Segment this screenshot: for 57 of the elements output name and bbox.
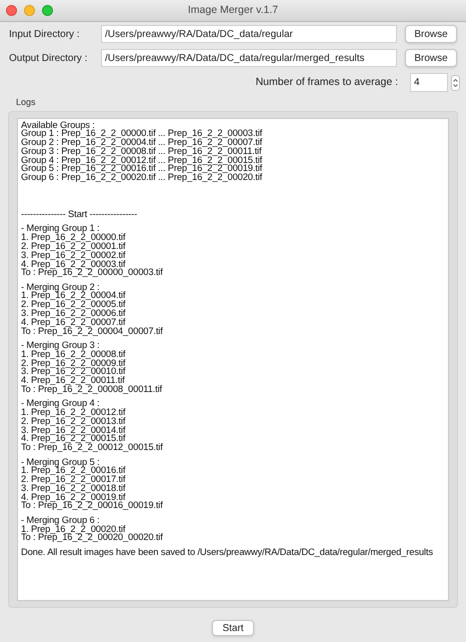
log-line: Group 4 : Prep_16_2_2_00012.tif ... Prep_16_2_2_00015.tif: [21, 156, 264, 164]
log-line: --------------- Start ----------------: [21, 210, 138, 219]
log-line: 4. Prep_16_2_2_00007.tif: [21, 318, 126, 327]
log-line: 3. Prep_16_2_2_00002.tif: [21, 250, 126, 260]
log-line: - Merging Group 6 :: [21, 516, 100, 525]
window-title: Image Merger v.1.7: [188, 2, 278, 18]
log-line: 2. Prep_16_2_2_00005.tif: [21, 300, 126, 310]
log-line: Available Groups :: [21, 120, 95, 130]
log-line: 1. Prep_16_2_2_00012.tif: [21, 408, 126, 417]
log-line: To : Prep_16_2_2_00008_00011.tif: [21, 384, 164, 394]
logs-title: Logs: [16, 96, 37, 109]
log-line: Group 2 : Prep_16_2_2_00004.tif ... Prep_16_2_2_00007.tif: [21, 138, 264, 147]
log-line: 3. Prep_16_2_2_00010.tif: [21, 367, 126, 376]
log-line: 2. Prep_16_2_2_00013.tif: [21, 416, 126, 426]
log-line: 4. Prep_16_2_2_00011.tif: [21, 376, 125, 385]
log-line: 1. Prep_16_2_2_00004.tif: [21, 291, 126, 300]
log-line: 4. Prep_16_2_2_00003.tif: [21, 260, 126, 268]
directory-field[interactable]: /Users/preawwy/RA/Data/DC_data/regular/merged_results: [101, 49, 397, 67]
stepper-icon[interactable]: [451, 74, 460, 90]
log-line: Group 5 : Prep_16_2_2_00016.tif ... Prep_16_2_2_00019.tif: [21, 164, 264, 174]
minimize-icon[interactable]: [24, 5, 35, 16]
log-line: 4. Prep_16_2_2_00019.tif: [21, 492, 126, 502]
log-line: - Merging Group 1 :: [21, 224, 100, 234]
log-line: - Merging Group 3 :: [21, 340, 100, 350]
log-line: 3. Prep_16_2_2_00018.tif: [21, 484, 126, 493]
browse-button[interactable]: Browse: [405, 49, 457, 67]
log-line: 1. Prep_16_2_2_00000.tif: [21, 233, 126, 242]
log-line: Done. All result images have been saved to /Users/preawwy/RA/Data/DC_data/regular/merged_results: [21, 548, 434, 556]
log-line: 4. Prep_16_2_2_00015.tif: [21, 434, 126, 444]
close-icon[interactable]: [6, 5, 17, 16]
directory-field[interactable]: /Users/preawwy/RA/Data/DC_data/regular: [101, 25, 397, 43]
log-line: Group 3 : Prep_16_2_2_00008.tif ... Prep_16_2_2_00011.tif: [21, 146, 262, 156]
log-line: 2. Prep_16_2_2_00009.tif: [21, 358, 126, 368]
log-line: 1. Prep_16_2_2_00008.tif: [21, 350, 126, 359]
log-line: 3. Prep_16_2_2_00014.tif: [21, 426, 126, 434]
log-line: To : Prep_16_2_2_00012_00015.tif: [21, 443, 164, 452]
log-line: To : Prep_16_2_2_00020_00020.tif: [21, 533, 164, 542]
log-line: To : Prep_16_2_2_00004_00007.tif: [21, 326, 164, 336]
maximize-icon[interactable]: [42, 5, 53, 16]
frames-label: Number of frames to average :: [256, 74, 398, 90]
log-line: To : Prep_16_2_2_00016_00019.tif: [21, 501, 164, 510]
log-line: 1. Prep_16_2_2_00016.tif: [21, 466, 126, 476]
log-line: 1. Prep_16_2_2_00020.tif: [21, 524, 126, 534]
frames-field[interactable]: 4: [410, 73, 448, 92]
log-line: To : Prep_16_2_2_00000_00003.tif: [21, 268, 164, 278]
log-line: Group 6 : Prep_16_2_2_00020.tif ... Prep_16_2_2_00020.tif: [21, 173, 264, 182]
field-label: Output Directory :: [9, 52, 88, 66]
log-line: 2. Prep_16_2_2_00017.tif: [21, 475, 126, 484]
log-line: 2. Prep_16_2_2_00001.tif: [21, 242, 126, 251]
log-line: Group 1 : Prep_16_2_2_00000.tif ... Prep_16_2_2_00003.tif: [21, 129, 264, 138]
log-line: - Merging Group 2 :: [21, 282, 100, 292]
log-line: 3. Prep_16_2_2_00006.tif: [21, 309, 126, 318]
log-line: - Merging Group 5 :: [21, 458, 100, 466]
browse-button[interactable]: Browse: [405, 25, 457, 43]
log-line: - Merging Group 4 :: [21, 399, 100, 408]
field-label: Input Directory :: [9, 28, 81, 42]
start-button[interactable]: Start: [212, 620, 254, 636]
